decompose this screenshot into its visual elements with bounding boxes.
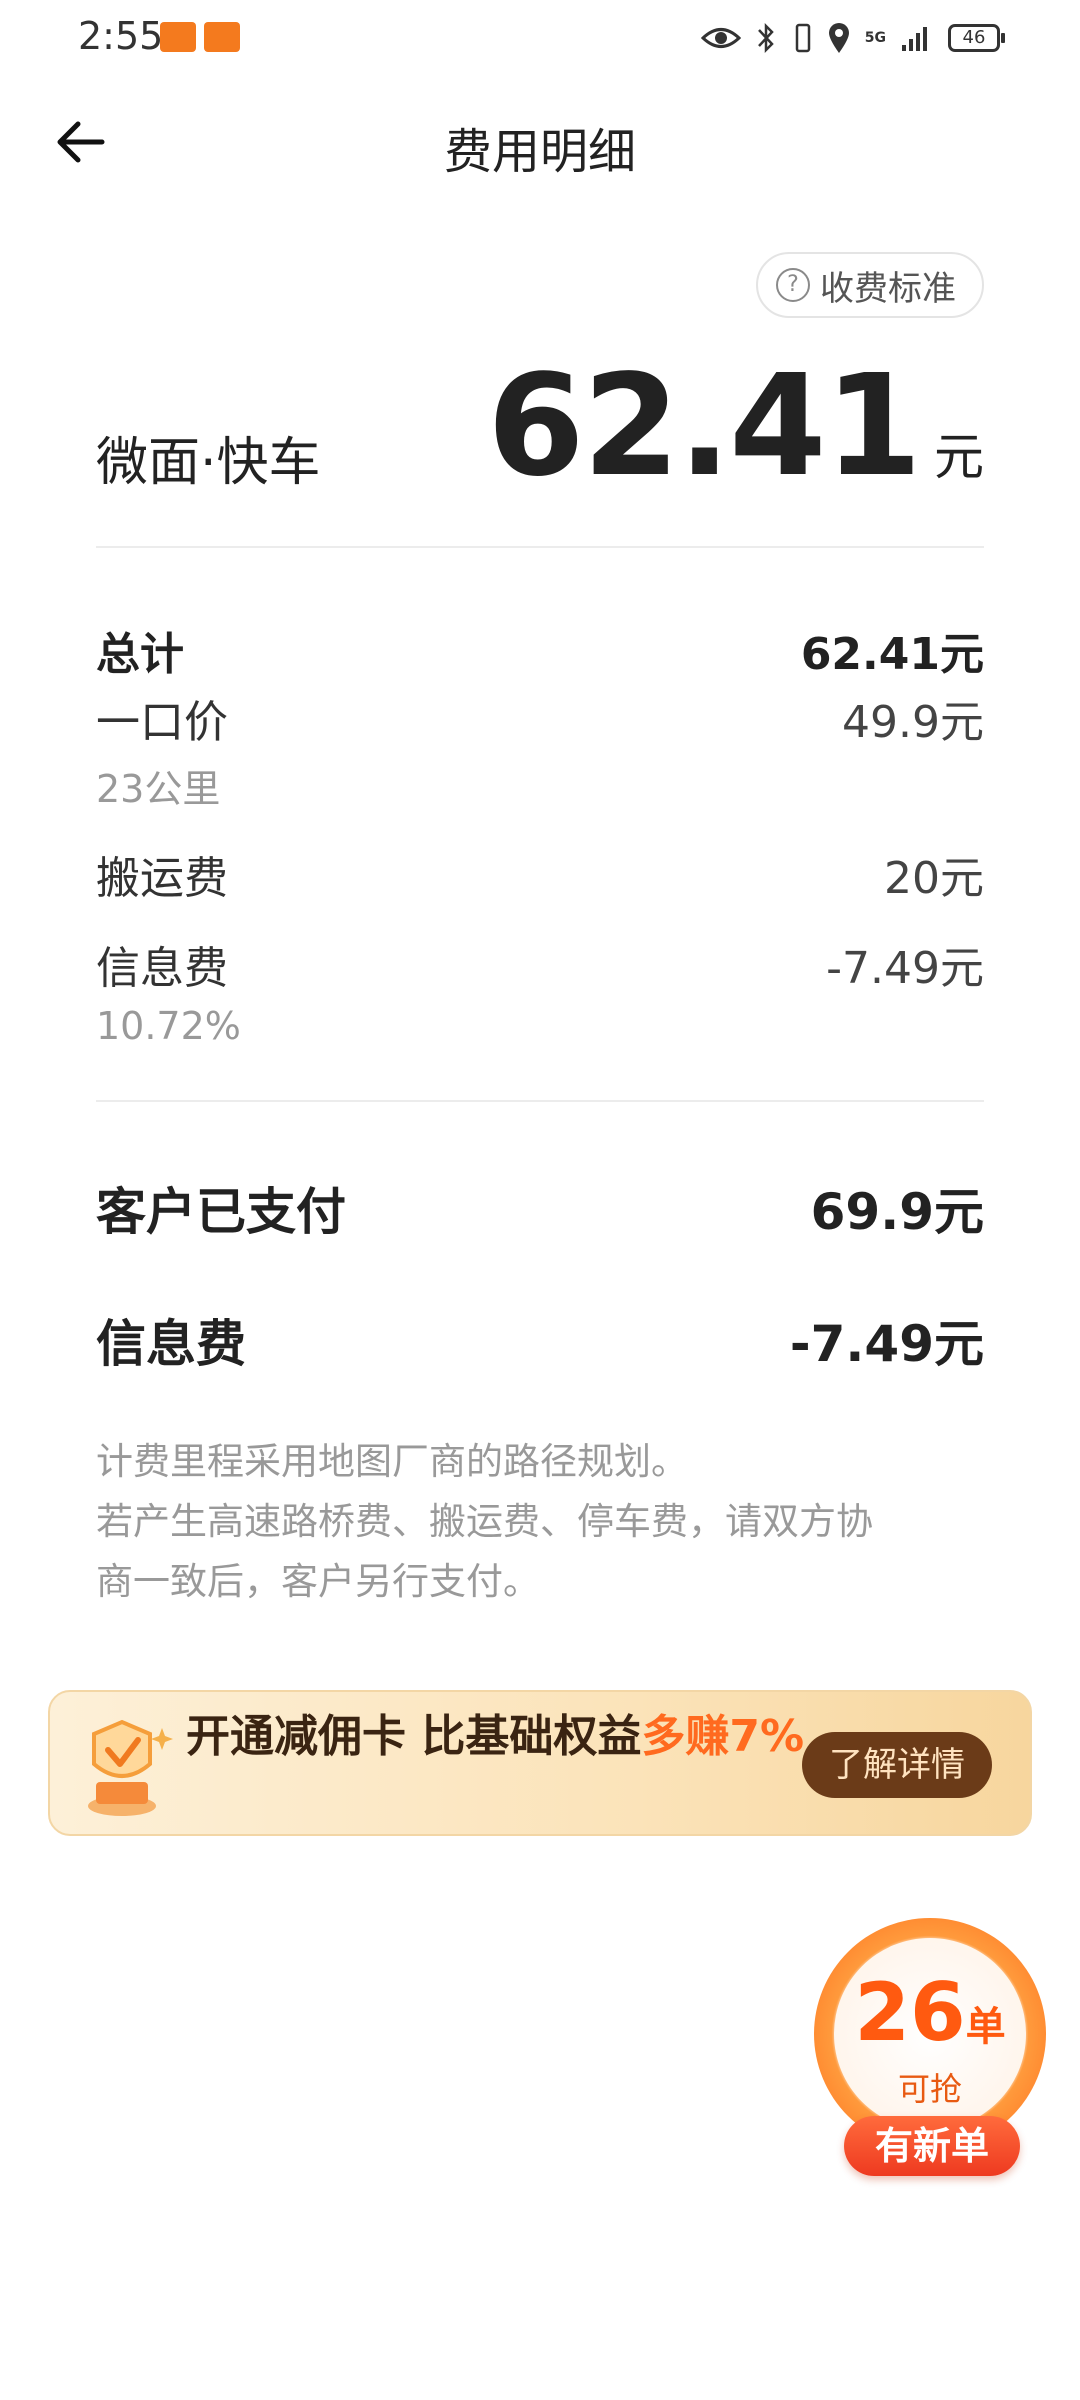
- carry-fee-value: 20元: [884, 853, 984, 904]
- back-arrow-icon: [57, 121, 105, 163]
- promo-highlight: 多赚7%: [641, 1711, 805, 1762]
- commission-card-banner[interactable]: 开通减佣卡 比基础权益多赚7% 了解详情: [48, 1690, 1032, 1836]
- question-icon: ?: [776, 268, 810, 302]
- distance-label: 23公里: [96, 767, 221, 811]
- note-line: 计费里程采用地图厂商的路径规划。: [96, 1440, 688, 1483]
- discount-card-icon: [88, 1719, 173, 1816]
- signal-icon: [902, 27, 927, 51]
- price-amount: 62.41: [487, 345, 922, 508]
- billing-note: 计费里程采用地图厂商的路径规划。 若产生高速路桥费、搬运费、停车费，请双方协 商…: [96, 1432, 996, 1612]
- order-count-unit: 单: [965, 2004, 1006, 2050]
- new-order-pill: 有新单: [844, 2116, 1020, 2176]
- info-fee-rate: 10.72%: [96, 1004, 241, 1048]
- order-count-number: 26: [854, 1966, 966, 2059]
- notification-app-icon: [160, 22, 196, 52]
- divider: [96, 546, 984, 548]
- fee-standard-button[interactable]: ? 收费标准: [756, 252, 984, 318]
- total-value: 62.41元: [800, 629, 984, 680]
- network-label: 5G: [864, 30, 886, 46]
- flat-price-label: 一口价: [96, 697, 228, 748]
- total-label: 总计: [96, 629, 184, 680]
- flat-price-value: 49.9元: [842, 697, 984, 748]
- settlement-info-fee-value: -7.49元: [789, 1315, 984, 1373]
- info-fee-label: 信息费: [96, 943, 228, 994]
- vibrate-icon: [795, 23, 811, 53]
- battery-icon: 46: [948, 24, 1005, 52]
- divider: [96, 1100, 984, 1102]
- back-button[interactable]: [50, 112, 110, 172]
- status-icons: 5G 46: [700, 18, 1005, 58]
- paid-label: 客户已支付: [96, 1183, 346, 1241]
- learn-more-button[interactable]: 了解详情: [802, 1732, 992, 1798]
- note-line: 若产生高速路桥费、搬运费、停车费，请双方协: [96, 1500, 873, 1543]
- status-time: 2:55: [78, 14, 164, 58]
- grabbable-label: 可抢: [897, 2070, 962, 2108]
- settlement-info-fee-label: 信息费: [96, 1315, 246, 1373]
- bluetooth-icon: [757, 22, 774, 54]
- promo-main-text: 开通减佣卡 比基础权益: [186, 1711, 642, 1762]
- paid-value: 69.9元: [810, 1183, 984, 1241]
- total-price: 62.41 元: [487, 345, 984, 508]
- order-count: 26单: [814, 1966, 1046, 2059]
- carry-fee-label: 搬运费: [96, 853, 228, 904]
- info-fee-value: -7.49元: [826, 943, 984, 994]
- promo-text: 开通减佣卡 比基础权益多赚7%: [186, 1710, 806, 1764]
- price-unit: 元: [934, 428, 984, 486]
- fee-standard-label: 收费标准: [820, 268, 956, 309]
- new-orders-badge[interactable]: 26单 可抢 有新单: [814, 1918, 1046, 2178]
- car-type-label: 微面·快车: [96, 433, 321, 493]
- page-title: 费用明细: [443, 124, 636, 180]
- note-line: 商一致后，客户另行支付。: [96, 1560, 540, 1603]
- notification-app-icon: [204, 22, 240, 52]
- location-icon: [828, 23, 849, 53]
- eye-icon: [700, 28, 741, 48]
